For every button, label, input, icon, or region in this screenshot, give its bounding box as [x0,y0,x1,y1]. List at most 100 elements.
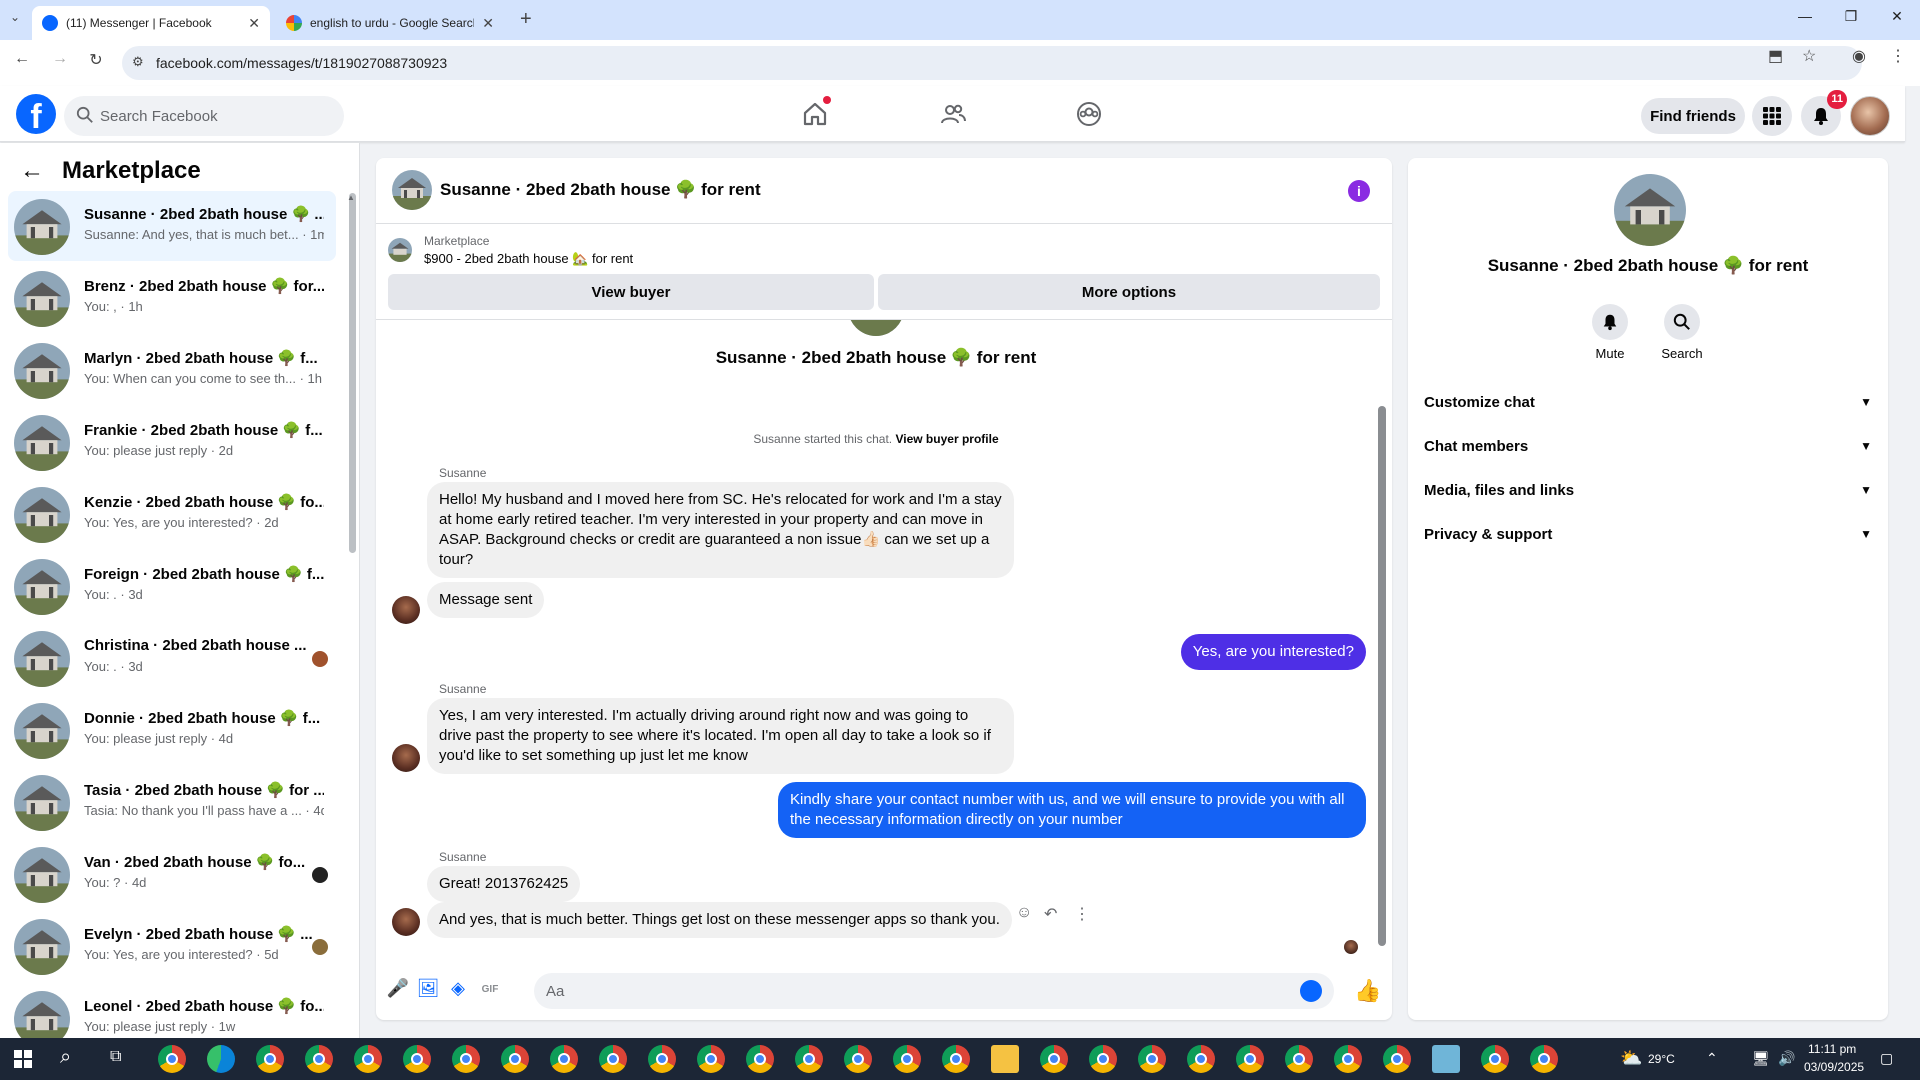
menu-dots-icon[interactable]: ⋮ [1890,46,1906,66]
tray-chevron-icon[interactable]: ⌃ [1706,1050,1718,1067]
privacy-support-section[interactable]: Privacy & support ▼ [1424,514,1872,554]
listing-title[interactable]: $900 - 2bed 2bath house 🏡 for rent [424,251,633,267]
conversation-item[interactable]: Leonel · 2bed 2bath house 🌳 fo... You: pl… [8,983,336,1038]
microphone-icon[interactable]: 🎤 [386,978,410,1002]
home-icon[interactable] [799,96,831,130]
conversation-item[interactable]: Donnie · 2bed 2bath house 🌳 f... You: ple… [8,695,336,765]
chrome-app-icon[interactable] [1530,1045,1558,1073]
minimize-icon[interactable]: — [1782,8,1828,24]
chat-title[interactable]: Susanne · 2bed 2bath house 🌳 for rent [440,180,761,200]
more-actions-icon[interactable]: ⋮ [1074,904,1090,924]
sidebar-scrollbar[interactable] [349,193,356,553]
emoji-icon[interactable] [1300,980,1322,1002]
chrome-app-icon[interactable] [746,1045,774,1073]
chrome-app-icon[interactable] [550,1045,578,1073]
back-icon[interactable]: ← [10,50,34,68]
media-files-links-section[interactable]: Media, files and links ▼ [1424,470,1872,510]
view-buyer-button[interactable]: View buyer [388,274,874,310]
bookmark-star-icon[interactable]: ☆ [1802,46,1816,66]
clock-date[interactable]: 03/09/2025 [1804,1060,1864,1074]
address-bar[interactable]: ⚙ facebook.com/messages/t/18190270887309… [122,46,1862,80]
conversation-item[interactable]: Marlyn · 2bed 2bath house 🌳 f... You: Whe… [8,335,336,405]
chrome-app-icon[interactable] [1236,1045,1264,1073]
find-friends-button[interactable]: Find friends [1641,98,1745,134]
menu-grid-icon[interactable] [1752,96,1792,136]
more-options-button[interactable]: More options [878,274,1380,310]
chrome-app-icon[interactable] [403,1045,431,1073]
like-thumbs-up-icon[interactable]: 👍 [1354,978,1381,1003]
customize-chat-section[interactable]: Customize chat ▼ [1424,382,1872,422]
reply-icon[interactable]: ↶ [1044,904,1057,924]
back-arrow-icon[interactable]: ← [20,157,44,185]
view-buyer-profile-link[interactable]: View buyer profile [895,432,998,446]
new-tab-button[interactable]: + [520,8,532,31]
facebook-search-input[interactable]: Search Facebook [64,96,344,136]
notifications-bell-icon[interactable]: 11 [1801,90,1847,136]
chrome-app-icon[interactable] [795,1045,823,1073]
mute-button[interactable]: Mute [1580,304,1640,361]
conversation-item[interactable]: Kenzie · 2bed 2bath house 🌳 fo... You: Ye… [8,479,336,549]
conversation-item[interactable]: Van · 2bed 2bath house 🌳 fo... You: ? · 4… [8,839,336,909]
weather-icon[interactable]: ⛅ [1620,1048,1642,1069]
conversation-item[interactable]: Christina · 2bed 2bath house ... You: . ·… [8,623,336,693]
tab-list-icon[interactable]: ⌄ [10,10,20,24]
chrome-app-icon[interactable] [354,1045,382,1073]
notepad-app-icon[interactable] [1432,1045,1460,1073]
account-avatar[interactable] [1850,96,1890,136]
chrome-app-icon[interactable] [501,1045,529,1073]
chrome-app-icon[interactable] [1138,1045,1166,1073]
chrome-app-icon[interactable] [1040,1045,1068,1073]
chrome-app-icon[interactable] [1187,1045,1215,1073]
react-emoji-icon[interactable]: ☺ [1016,904,1032,922]
conversation-item[interactable]: Foreign · 2bed 2bath house 🌳 f... You: . … [8,551,336,621]
network-icon[interactable]: 🖥 [1752,1050,1770,1067]
install-app-icon[interactable]: ⬒ [1768,46,1783,66]
sender-avatar[interactable] [392,908,420,936]
chrome-app-icon[interactable] [844,1045,872,1073]
search-in-chat-button[interactable]: Search [1652,304,1712,361]
conversation-item[interactable]: Evelyn · 2bed 2bath house 🌳 ... You: Yes,… [8,911,336,981]
chrome-app-icon[interactable] [942,1045,970,1073]
tab-google[interactable]: english to urdu - Google Search ✕ [276,6,504,40]
volume-icon[interactable]: 🔊 [1778,1050,1795,1067]
conversation-item[interactable]: Tasia · 2bed 2bath house 🌳 for ... Tasia:… [8,767,336,837]
facebook-logo-icon[interactable]: f [16,94,56,134]
notification-center-icon[interactable]: ▢ [1880,1050,1893,1067]
chrome-app-icon[interactable] [1383,1045,1411,1073]
conversation-item[interactable]: Susanne · 2bed 2bath house 🌳 ... Susanne:… [8,191,336,261]
sender-avatar[interactable] [392,596,420,624]
conversation-item[interactable]: Frankie · 2bed 2bath house 🌳 f... You: pl… [8,407,336,477]
profile-icon[interactable]: ◉ [1852,46,1866,66]
chat-members-section[interactable]: Chat members ▼ [1424,426,1872,466]
file-explorer-icon[interactable] [991,1045,1019,1073]
taskbar-search-icon[interactable]: ⌕ [60,1046,71,1069]
window-close-icon[interactable]: ✕ [1874,8,1920,25]
chrome-app-icon[interactable] [1481,1045,1509,1073]
gif-icon[interactable]: GIF [478,978,502,1002]
message-bubble-outgoing[interactable]: Kindly share your contact number with us… [778,782,1366,838]
reload-icon[interactable]: ↻ [84,50,108,70]
chrome-app-icon[interactable] [158,1045,186,1073]
message-input[interactable]: Aa [534,973,1334,1009]
chat-avatar[interactable] [392,170,432,210]
chrome-app-icon[interactable] [1334,1045,1362,1073]
close-tab-icon[interactable]: ✕ [482,15,494,32]
chat-scrollbar[interactable] [1378,406,1386,946]
message-bubble-outgoing[interactable]: Yes, are you interested? [1180,634,1366,670]
chrome-app-icon[interactable] [1089,1045,1117,1073]
restore-icon[interactable]: ❐ [1828,8,1874,25]
chrome-app-icon[interactable] [1285,1045,1313,1073]
chrome-app-icon[interactable] [893,1045,921,1073]
chrome-app-icon[interactable] [697,1045,725,1073]
sender-avatar[interactable] [392,744,420,772]
site-info-icon[interactable]: ⚙ [132,54,144,70]
message-bubble-incoming[interactable]: Great! 2013762425 [427,866,581,902]
conversation-item[interactable]: Brenz · 2bed 2bath house 🌳 for... You: , … [8,263,336,333]
groups-icon[interactable] [1073,98,1105,130]
chrome-app-icon[interactable] [305,1045,333,1073]
scroll-up-icon[interactable]: ▲ [347,193,355,202]
message-bubble-incoming[interactable]: Message sent [427,582,545,618]
chrome-app-icon[interactable] [648,1045,676,1073]
attach-photo-icon[interactable]: 🖼 [416,978,440,1002]
edge-app-icon[interactable] [207,1045,235,1073]
